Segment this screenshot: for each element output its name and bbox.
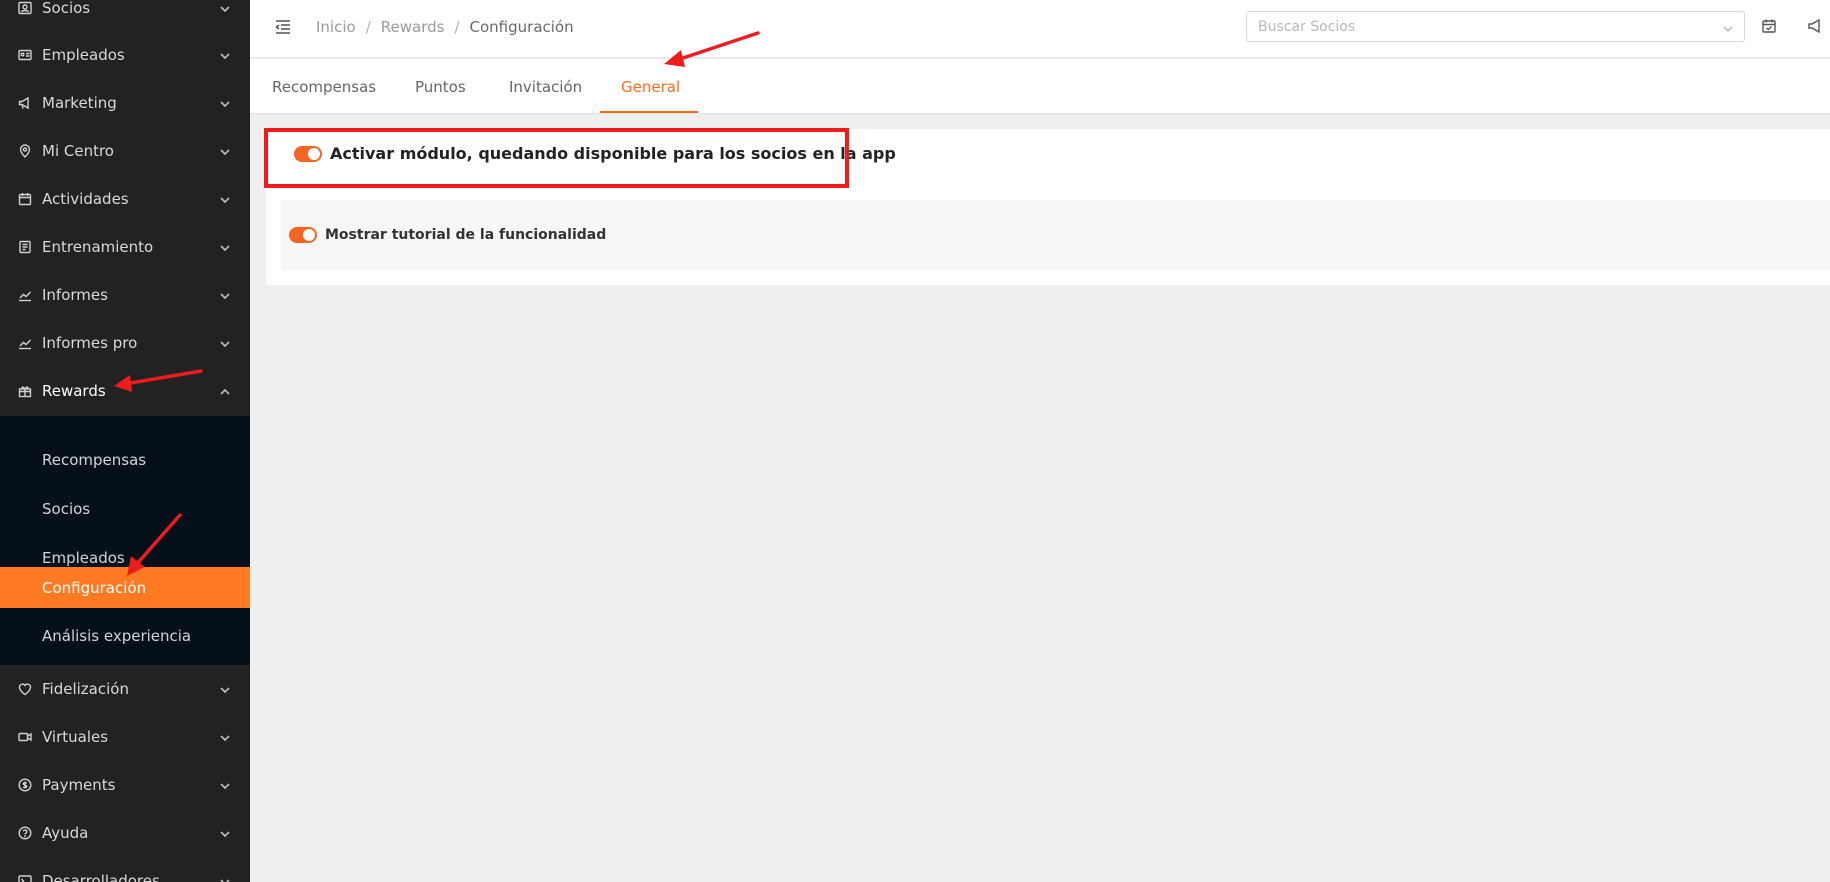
tab-bar: Recompensas Puntos Invitación General — [250, 59, 1830, 114]
location-pin-icon — [18, 144, 32, 158]
submenu-item-recompensas[interactable]: Recompensas — [0, 440, 250, 480]
tab-recompensas[interactable]: Recompensas — [272, 59, 376, 114]
submenu-item-socios[interactable]: Socios — [0, 489, 250, 529]
id-card-icon — [18, 1, 32, 15]
sidebar-item-label: Socios — [42, 0, 91, 17]
chevron-down-icon — [219, 96, 233, 110]
chevron-down-icon — [219, 240, 233, 254]
chevron-down-icon — [219, 874, 233, 882]
chevron-up-icon — [219, 384, 233, 398]
show-tutorial-row: Mostrar tutorial de la funcionalidad — [289, 227, 606, 243]
sidebar-item-ayuda[interactable]: Ayuda — [0, 809, 250, 857]
terminal-icon — [18, 874, 32, 882]
show-tutorial-toggle[interactable] — [289, 227, 317, 243]
sidebar-item-empleados[interactable]: Empleados — [0, 31, 250, 79]
calendar-check-icon[interactable] — [1761, 18, 1777, 34]
sidebar-item-mi-centro[interactable]: Mi Centro — [0, 127, 250, 175]
sidebar-item-socios[interactable]: Socios — [0, 0, 250, 32]
breadcrumb-rewards[interactable]: Rewards — [381, 18, 445, 36]
chevron-down-icon — [219, 826, 233, 840]
line-chart-icon — [18, 288, 32, 302]
submenu-item-label: Configuración — [42, 578, 147, 597]
sidebar-item-label: Informes — [42, 286, 108, 304]
chevron-down-icon — [219, 1, 233, 15]
tutorial-panel: Mostrar tutorial de la funcionalidad — [281, 200, 1830, 270]
chevron-down-icon — [219, 778, 233, 792]
sidebar-item-payments[interactable]: Payments — [0, 761, 250, 809]
sidebar: Socios Empleados Marketing Mi Centro Act… — [0, 0, 250, 882]
breadcrumb: Inicio / Rewards / Configuración — [316, 18, 574, 36]
clipboard-icon — [18, 240, 32, 254]
sidebar-item-desarrolladores[interactable]: Desarrolladores — [0, 857, 250, 882]
submenu-item-configuracion[interactable]: Configuración — [0, 567, 250, 608]
tab-invitacion[interactable]: Invitación — [509, 59, 582, 114]
chevron-down-icon — [219, 730, 233, 744]
chevron-down-icon — [219, 336, 233, 350]
megaphone-icon[interactable] — [1807, 18, 1823, 34]
sidebar-item-informes[interactable]: Informes — [0, 271, 250, 319]
sidebar-item-label: Fidelización — [42, 680, 129, 698]
sidebar-item-label: Actividades — [42, 190, 129, 208]
sidebar-item-fidelizacion[interactable]: Fidelización — [0, 665, 250, 713]
chevron-down-icon[interactable] — [1722, 20, 1734, 33]
active-tab-indicator — [600, 111, 698, 113]
top-bar: Inicio / Rewards / Configuración — [250, 0, 1830, 58]
submenu-item-label: Empleados — [42, 549, 125, 567]
rewards-submenu: Recompensas Socios Empleados Configuraci… — [0, 416, 250, 665]
sidebar-item-actividades[interactable]: Actividades — [0, 175, 250, 223]
breadcrumb-inicio[interactable]: Inicio — [316, 18, 356, 36]
breadcrumb-separator: / — [365, 18, 371, 36]
sidebar-item-informes-pro[interactable]: Informes pro — [0, 319, 250, 367]
sidebar-item-label: Mi Centro — [42, 142, 114, 160]
tab-puntos[interactable]: Puntos — [415, 59, 466, 114]
help-circle-icon — [18, 826, 32, 840]
chevron-down-icon — [219, 682, 233, 696]
sidebar-item-entrenamiento[interactable]: Entrenamiento — [0, 223, 250, 271]
sidebar-item-label: Virtuales — [42, 728, 109, 746]
sidebar-item-label: Rewards — [42, 382, 106, 400]
sidebar-item-label: Informes pro — [42, 334, 138, 352]
sidebar-item-label: Marketing — [42, 94, 117, 112]
chevron-down-icon — [219, 288, 233, 302]
chevron-down-icon — [219, 192, 233, 206]
video-icon — [18, 730, 32, 744]
submenu-item-label: Socios — [42, 500, 91, 518]
breadcrumb-separator: / — [454, 18, 460, 36]
search-select[interactable] — [1246, 11, 1745, 42]
megaphone-icon — [18, 96, 32, 110]
badge-icon — [18, 48, 32, 62]
collapse-menu-icon[interactable] — [274, 18, 292, 36]
sidebar-item-label: Desarrolladores — [42, 872, 160, 882]
breadcrumb-current: Configuración — [469, 18, 574, 36]
dollar-circle-icon — [18, 778, 32, 792]
submenu-item-analisis-experiencia[interactable]: Análisis experiencia — [0, 616, 250, 656]
highlight-box-annotation — [264, 128, 849, 188]
search-input[interactable] — [1247, 12, 1707, 41]
submenu-item-label: Análisis experiencia — [42, 627, 192, 645]
sidebar-item-rewards[interactable]: Rewards — [0, 367, 250, 415]
submenu-item-label: Recompensas — [42, 451, 147, 469]
show-tutorial-label: Mostrar tutorial de la funcionalidad — [325, 227, 607, 243]
sidebar-item-label: Payments — [42, 776, 116, 794]
calendar-icon — [18, 192, 32, 206]
sidebar-item-label: Entrenamiento — [42, 238, 154, 256]
line-chart-icon — [18, 336, 32, 350]
tab-general[interactable]: General — [621, 59, 680, 114]
sidebar-item-marketing[interactable]: Marketing — [0, 79, 250, 127]
heart-icon — [18, 682, 32, 696]
chevron-down-icon — [219, 144, 233, 158]
sidebar-item-virtuales[interactable]: Virtuales — [0, 713, 250, 761]
gift-icon — [18, 384, 32, 398]
sidebar-item-label: Empleados — [42, 46, 125, 64]
chevron-down-icon — [219, 48, 233, 62]
sidebar-item-label: Ayuda — [42, 824, 89, 842]
